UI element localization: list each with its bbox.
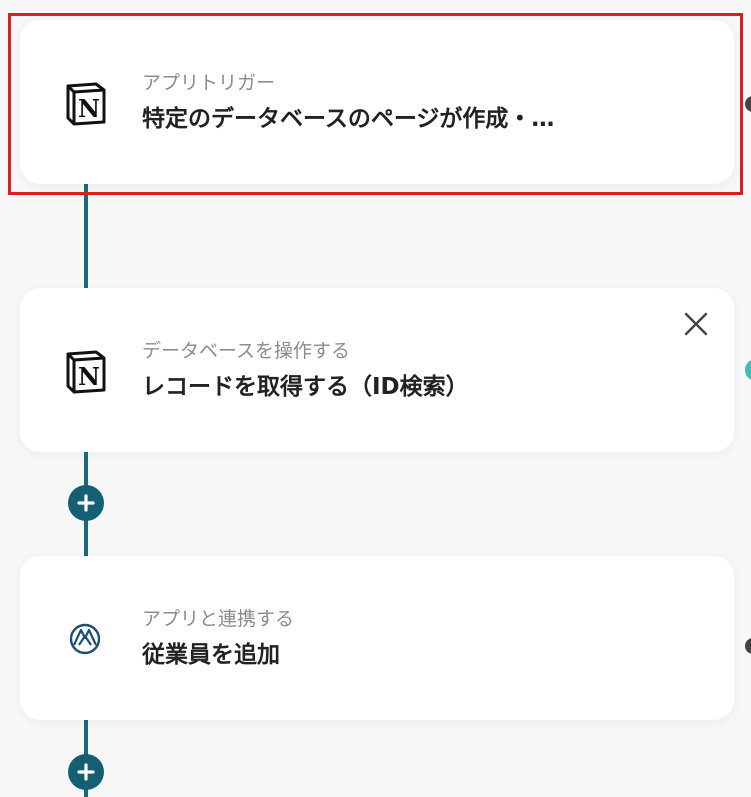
step-title: 特定のデータベースのページが作成・…: [142, 106, 555, 132]
close-icon[interactable]: [682, 310, 710, 338]
flow-connector: [84, 180, 88, 290]
flow-canvas: N アプリトリガー 特定のデータベースのページが作成・… N データベースを操作…: [0, 0, 751, 797]
step-title: レコードを取得する（ID検索）: [142, 374, 469, 400]
notion-icon: N: [60, 78, 110, 128]
svg-text:N: N: [78, 362, 100, 391]
flow-step-notion-get-record[interactable]: N データベースを操作する レコードを取得する（ID検索）: [20, 288, 734, 452]
smarthr-icon: [60, 614, 110, 664]
flow-step-smarthr-add-employee[interactable]: アプリと連携する 従業員を追加: [20, 556, 734, 720]
notion-icon: N: [60, 346, 110, 396]
edge-connector-dot: [745, 359, 751, 381]
plus-icon: [77, 763, 95, 781]
add-step-button[interactable]: [68, 485, 104, 521]
step-subtitle: アプリトリガー: [142, 72, 276, 94]
step-subtitle: アプリと連携する: [142, 608, 295, 630]
step-title: 従業員を追加: [142, 642, 280, 668]
flow-step-trigger[interactable]: N アプリトリガー 特定のデータベースのページが作成・…: [20, 20, 734, 184]
svg-text:N: N: [78, 94, 100, 123]
plus-icon: [77, 494, 95, 512]
step-subtitle: データベースを操作する: [142, 340, 351, 362]
edge-connector-dot: [745, 96, 751, 112]
add-step-button[interactable]: [68, 754, 104, 790]
edge-connector-dot: [745, 638, 751, 654]
